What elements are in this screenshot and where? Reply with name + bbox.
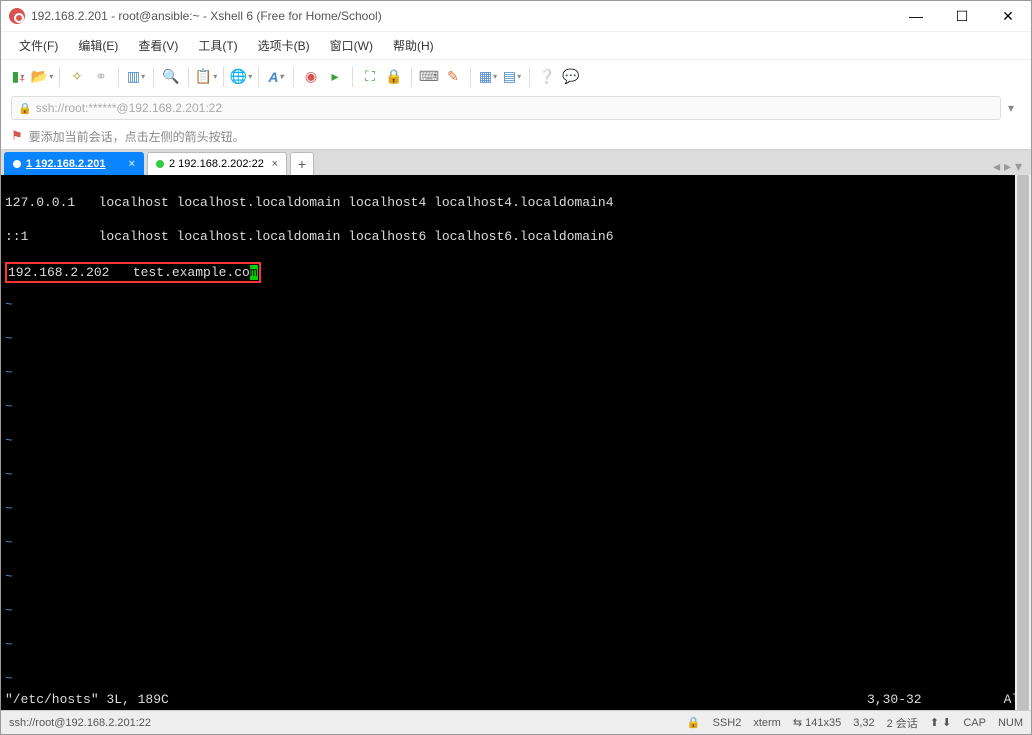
vim-file-info: "/etc/hosts" 3L, 189C [5, 691, 867, 708]
reconnect-button[interactable]: ✧ [66, 66, 88, 88]
menu-edit[interactable]: 编辑(E) [68, 33, 128, 58]
vim-tilde: ~ [5, 636, 1027, 653]
menu-file[interactable]: 文件(F) [9, 33, 68, 58]
globe-button[interactable]: 🌐 [230, 66, 252, 88]
help-button[interactable]: ❔ [536, 66, 558, 88]
hosts-ip: 192.168.2.202 [8, 265, 133, 280]
new-session-button[interactable]: ▮+ [7, 66, 29, 88]
status-size: 141x35 [805, 717, 841, 729]
separator [118, 67, 119, 87]
address-text: ssh://root:******@192.168.2.201:22 [36, 101, 222, 115]
menu-tabs[interactable]: 选项卡(B) [248, 33, 320, 58]
search-button[interactable]: 🔍 [160, 66, 182, 88]
addressbar: 🔒 ssh://root:******@192.168.2.201:22 ▾ [1, 93, 1031, 123]
close-tab-icon[interactable]: × [272, 158, 278, 170]
address-field[interactable]: 🔒 ssh://root:******@192.168.2.201:22 [11, 96, 1001, 120]
layout2-button[interactable]: ▤ [501, 66, 523, 88]
separator [352, 67, 353, 87]
status-protocol: SSH2 [713, 717, 742, 729]
tab-label: 1 192.168.2.201 [26, 158, 106, 170]
disconnect-button[interactable]: ⚭ [90, 66, 112, 88]
separator [258, 67, 259, 87]
vim-tilde: ~ [5, 296, 1027, 313]
tab-2[interactable]: 2 192.168.2.202:22 × [147, 152, 287, 175]
terminal-line: 127.0.0.1 localhost localhost.localdomai… [5, 194, 1027, 211]
titlebar: 192.168.2.201 - root@ansible:~ - Xshell … [1, 1, 1031, 31]
separator [470, 67, 471, 87]
feedback-button[interactable]: 💬 [560, 66, 582, 88]
vim-tilde: ~ [5, 330, 1027, 347]
status-numlock: NUM [998, 717, 1023, 729]
terminal[interactable]: 127.0.0.1 localhost localhost.localdomai… [1, 175, 1031, 710]
toolbar: ▮+ 📂 ✧ ⚭ ▥ 🔍 📋 🌐 A ◉ ▸ ⛶ 🔒 ⌨ ✎ ▦ ▤ ❔ 💬 [1, 59, 1031, 93]
add-tab-button[interactable]: + [290, 152, 314, 175]
open-button[interactable]: 📂 [31, 66, 53, 88]
tipbar: ⚑ 要添加当前会话，点击左侧的箭头按钮。 [1, 123, 1031, 149]
separator [188, 67, 189, 87]
menu-window[interactable]: 窗口(W) [320, 33, 383, 58]
hosts-name: test.example.co [133, 265, 250, 280]
properties-button[interactable]: ▥ [125, 66, 147, 88]
tab-1-active[interactable]: 1 192.168.2.201 × [4, 152, 144, 175]
vim-tilde: ~ [5, 500, 1027, 517]
vim-tilde: ~ [5, 398, 1027, 415]
separator [293, 67, 294, 87]
layout1-button[interactable]: ▦ [477, 66, 499, 88]
separator [59, 67, 60, 87]
vim-tilde: ~ [5, 432, 1027, 449]
vim-tilde: ~ [5, 466, 1027, 483]
vim-tilde: ~ [5, 568, 1027, 585]
separator [411, 67, 412, 87]
app-icon [9, 8, 25, 24]
minimize-button[interactable]: — [893, 1, 939, 31]
separator [223, 67, 224, 87]
separator [153, 67, 154, 87]
copy-button[interactable]: 📋 [195, 66, 217, 88]
lock-button[interactable]: 🔒 [383, 66, 405, 88]
keyboard-button[interactable]: ⌨ [418, 66, 440, 88]
tip-text: 要添加当前会话，点击左侧的箭头按钮。 [29, 128, 245, 145]
font-button[interactable]: A [265, 66, 287, 88]
status-termtype: xterm [753, 717, 781, 729]
menubar: 文件(F) 编辑(E) 查看(V) 工具(T) 选项卡(B) 窗口(W) 帮助(… [1, 31, 1031, 59]
scrollbar-thumb[interactable] [1017, 175, 1029, 710]
status-sessions: 2 会话 [887, 715, 918, 731]
vim-tilde: ~ [5, 364, 1027, 381]
vim-tilde: ~ [5, 602, 1027, 619]
window-controls: — ☐ ✕ [893, 1, 1031, 31]
menu-view[interactable]: 查看(V) [128, 33, 188, 58]
close-tab-icon[interactable]: × [129, 158, 135, 170]
maximize-button[interactable]: ☐ [939, 1, 985, 31]
vim-cursor-pos: 3,30-32 [867, 691, 987, 708]
separator [529, 67, 530, 87]
status-dot-icon [156, 160, 164, 168]
cursor: m [250, 265, 258, 280]
tab-label: 2 192.168.2.202:22 [169, 158, 264, 170]
vim-statusline: "/etc/hosts" 3L, 189C 3,30-32 All [5, 691, 1027, 708]
flag-icon: ⚑ [11, 128, 23, 144]
tabbar: 1 192.168.2.201 × 2 192.168.2.202:22 × +… [1, 149, 1031, 175]
fullscreen-button[interactable]: ⛶ [359, 66, 381, 88]
terminal-line-highlighted: 192.168.2.202 test.example.com [5, 262, 1027, 279]
lock-icon: 🔒 [687, 716, 701, 729]
terminal-line: ::1 localhost localhost.localdomain loca… [5, 228, 1027, 245]
address-dropdown[interactable]: ▾ [1001, 101, 1021, 115]
status-dot-icon [13, 160, 21, 168]
vim-tilde: ~ [5, 670, 1027, 687]
record-button[interactable]: ◉ [300, 66, 322, 88]
status-connection: ssh://root@192.168.2.201:22 [9, 717, 151, 729]
window-title: 192.168.2.201 - root@ansible:~ - Xshell … [31, 9, 893, 23]
close-button[interactable]: ✕ [985, 1, 1031, 31]
menu-help[interactable]: 帮助(H) [383, 33, 444, 58]
menu-tools[interactable]: 工具(T) [188, 33, 247, 58]
highlight-button[interactable]: ✎ [442, 66, 464, 88]
scrollbar[interactable] [1015, 175, 1031, 710]
statusbar: ssh://root@192.168.2.201:22 🔒 SSH2 xterm… [1, 710, 1031, 734]
play-button[interactable]: ▸ [324, 66, 346, 88]
tab-nav[interactable]: ◂ ▸ ▾ [987, 158, 1028, 175]
status-pos: 3,32 [853, 717, 874, 729]
status-capslock: CAP [963, 717, 986, 729]
lock-icon: 🔒 [18, 102, 32, 115]
vim-tilde: ~ [5, 534, 1027, 551]
